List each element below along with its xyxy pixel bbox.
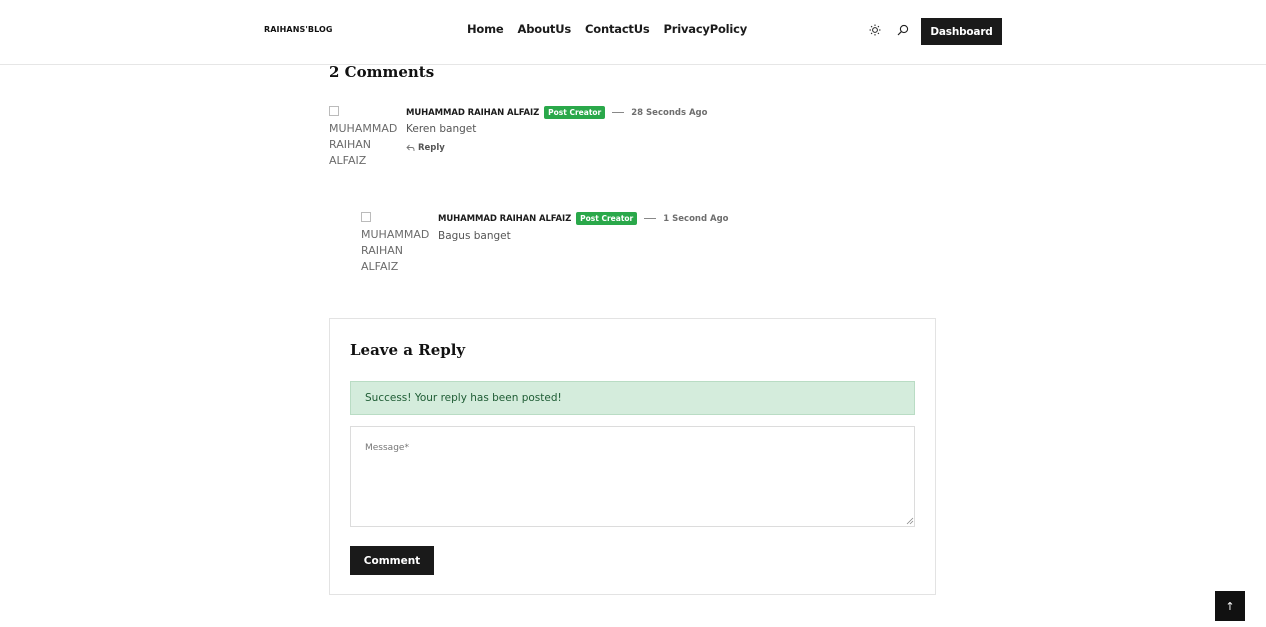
comment-meta: MUHAMMAD RAIHAN ALFAIZ Post Creator 1 Se… bbox=[438, 212, 729, 225]
comment-time: 1 Second Ago bbox=[663, 213, 729, 224]
sun-icon[interactable] bbox=[867, 22, 883, 38]
meta-separator bbox=[644, 218, 657, 219]
message-field[interactable] bbox=[350, 426, 915, 527]
reply-form-title: Leave a Reply bbox=[350, 341, 466, 359]
site-brand[interactable]: RAIHANS'BLOG bbox=[264, 25, 333, 34]
avatar: MUHAMMAD RAIHAN ALFAIZ bbox=[329, 105, 397, 169]
dashboard-button[interactable]: Dashboard bbox=[921, 18, 1002, 45]
nav-home[interactable]: Home bbox=[467, 22, 504, 36]
resize-handle-icon[interactable] bbox=[906, 517, 914, 525]
success-alert: Success! Your reply has been posted! bbox=[350, 381, 915, 415]
reply-link[interactable]: Reply bbox=[406, 143, 445, 153]
avatar-alt-text: MUHAMMAD RAIHAN ALFAIZ bbox=[361, 228, 430, 273]
avatar: MUHAMMAD RAIHAN ALFAIZ bbox=[361, 211, 429, 275]
comment-meta: MUHAMMAD RAIHAN ALFAIZ Post Creator 28 S… bbox=[406, 106, 707, 119]
broken-image-icon bbox=[361, 212, 371, 222]
comment-text: Bagus banget bbox=[438, 230, 511, 242]
comment-author: MUHAMMAD RAIHAN ALFAIZ bbox=[406, 107, 540, 118]
arrow-up-icon: ↑ bbox=[1225, 599, 1235, 613]
post-creator-badge: Post Creator bbox=[576, 212, 638, 225]
comment-text: Keren banget bbox=[406, 123, 477, 135]
comment-author: MUHAMMAD RAIHAN ALFAIZ bbox=[438, 213, 572, 224]
reply-arrow-icon bbox=[406, 144, 415, 151]
reply-label: Reply bbox=[418, 143, 445, 153]
comment-submit-button[interactable]: Comment bbox=[350, 546, 434, 575]
comments-title: 2 Comments bbox=[329, 63, 435, 81]
nav-contact-us[interactable]: ContactUs bbox=[585, 22, 650, 36]
broken-image-icon bbox=[329, 106, 339, 116]
meta-separator bbox=[612, 112, 625, 113]
nav-privacy-policy[interactable]: PrivacyPolicy bbox=[664, 22, 748, 36]
nav-about-us[interactable]: AboutUs bbox=[518, 22, 572, 36]
reply-form: Leave a Reply Success! Your reply has be… bbox=[329, 318, 936, 595]
comment-time: 28 Seconds Ago bbox=[631, 107, 708, 118]
avatar-alt-text: MUHAMMAD RAIHAN ALFAIZ bbox=[329, 122, 398, 167]
back-to-top-button[interactable]: ↑ bbox=[1215, 591, 1245, 621]
post-creator-badge: Post Creator bbox=[544, 106, 606, 119]
site-header: RAIHANS'BLOG Home AboutUs ContactUs Priv… bbox=[0, 0, 1266, 65]
search-icon[interactable] bbox=[895, 22, 911, 38]
main-nav: Home AboutUs ContactUs PrivacyPolicy bbox=[467, 22, 747, 36]
